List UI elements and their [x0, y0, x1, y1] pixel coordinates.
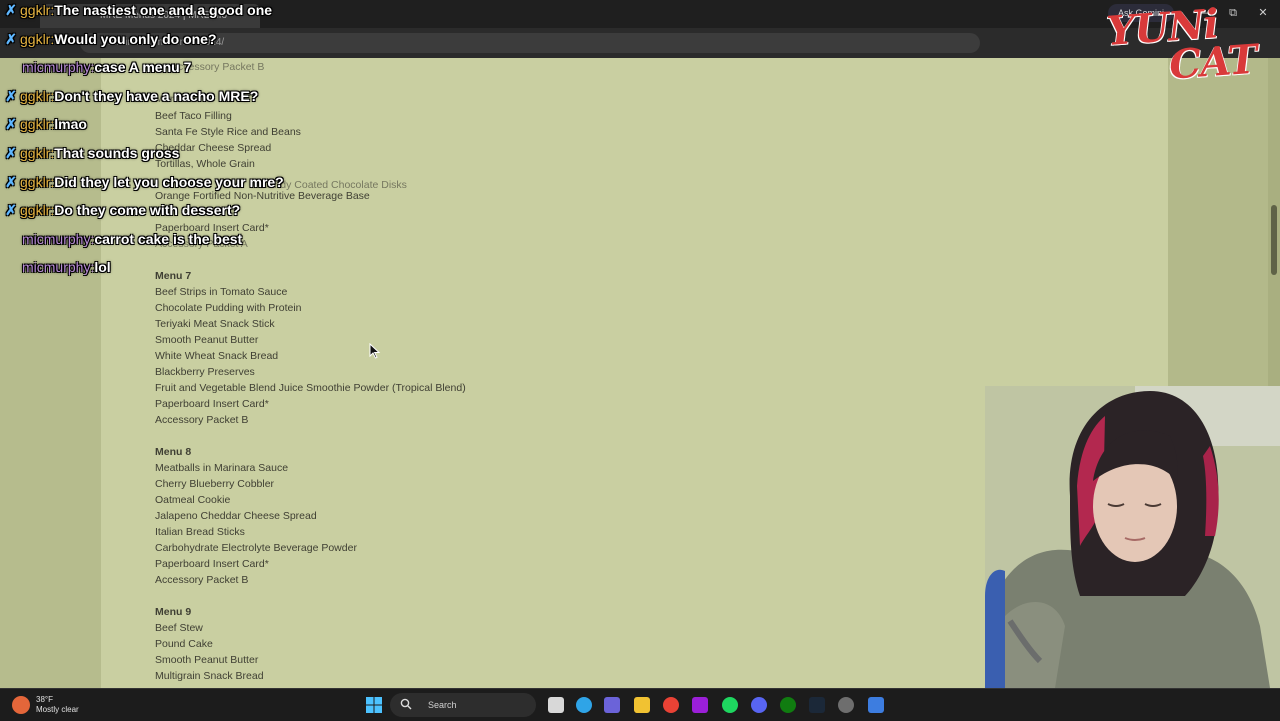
- chat-message: micmurphy: case A menu 7: [4, 57, 191, 77]
- spotify-icon[interactable]: [722, 697, 738, 713]
- webcam-feed: [985, 386, 1280, 688]
- weather-widget[interactable]: 38°F Mostly clear: [12, 692, 79, 718]
- chat-username: ggklr:: [20, 31, 55, 47]
- mouse-cursor-icon: [369, 343, 381, 359]
- menu-item: Teriyaki Meat Snack Stick: [155, 318, 275, 330]
- chat-username: ggklr:: [20, 88, 55, 104]
- chat-username: ggklr:: [20, 116, 55, 132]
- weather-condition: Mostly clear: [36, 705, 79, 714]
- menu-item: Multigrain Snack Bread: [155, 670, 264, 682]
- menu-item: Meatballs in Marinara Sauce: [155, 462, 289, 474]
- app-icon[interactable]: [692, 697, 708, 713]
- menu-item: Oatmeal Cookie: [155, 494, 231, 506]
- chat-username: ggklr:: [20, 145, 55, 161]
- menu-item: Smooth Peanut Butter: [155, 654, 259, 666]
- chat-badge-icon: ✗: [5, 116, 17, 132]
- menu-item: White Wheat Snack Bread: [155, 350, 279, 362]
- chat-badge-icon: ✗: [5, 202, 17, 218]
- menu-item: Fruit and Vegetable Blend Juice Smoothie…: [155, 382, 466, 394]
- chat-message: micmurphy: carrot cake is the best: [4, 229, 242, 249]
- chat-username: ggklr:: [20, 174, 55, 190]
- menu-item: Carbohydrate Electrolyte Beverage Powder: [155, 542, 357, 554]
- chat-message: ✗ ggklr: Do they come with dessert?: [4, 200, 240, 220]
- chat-text: lol: [94, 259, 111, 275]
- obs-icon[interactable]: [838, 697, 854, 713]
- taskbar: 38°F Mostly clear Search: [0, 688, 1280, 721]
- copilot-icon[interactable]: [604, 697, 620, 713]
- chat-text: The nastiest one and a good one: [54, 2, 273, 18]
- chat-text: Did they let you choose your mre?: [54, 174, 284, 190]
- chat-message: micmurphy: lol: [4, 257, 111, 277]
- chat-badge-icon: ✗: [5, 88, 17, 104]
- streamer-silhouette: [985, 386, 1280, 688]
- chat-username: ggklr:: [20, 2, 55, 18]
- menu-item: Blackberry Preserves: [155, 366, 255, 378]
- steam-icon[interactable]: [809, 697, 825, 713]
- chat-text: Would you only do one?: [54, 31, 217, 47]
- menu-item: Paperboard Insert Card*: [155, 558, 269, 570]
- menu-item: Accessory Packet B: [155, 414, 249, 426]
- menu-item: Paperboard Insert Card*: [155, 398, 269, 410]
- menu-7-title: Menu 7: [155, 270, 192, 282]
- scrollbar-thumb[interactable]: [1271, 205, 1277, 275]
- menu-item: Smooth Peanut Butter: [155, 334, 259, 346]
- menu-item: Beef Stew: [155, 622, 203, 634]
- chat-username: micmurphy:: [22, 259, 95, 275]
- chrome-icon[interactable]: [663, 697, 679, 713]
- chat-badge-icon: ✗: [5, 174, 17, 190]
- menu-8-title: Menu 8: [155, 446, 192, 458]
- chat-message: ✗ ggklr: Did they let you choose your mre…: [4, 172, 284, 192]
- chat-username: micmurphy:: [22, 59, 95, 75]
- weather-temp: 38°F: [36, 695, 53, 704]
- chat-badge-icon: ✗: [5, 31, 17, 47]
- chat-message: ✗ ggklr: That sounds gross: [4, 143, 179, 163]
- xbox-icon[interactable]: [780, 697, 796, 713]
- menu-item: Beef Strips in Tomato Sauce: [155, 286, 288, 298]
- chat-message: ✗ ggklr: The nastiest one and a good one: [4, 0, 272, 20]
- menu-item: Cherry Blueberry Cobbler: [155, 478, 275, 490]
- menu-item: Accessory Packet B: [155, 574, 249, 586]
- chat-username: micmurphy:: [22, 231, 95, 247]
- chat-text: Do they come with dessert?: [54, 202, 241, 218]
- file-explorer-icon[interactable]: [634, 697, 650, 713]
- channel-logo: YUNi CAT: [1105, 0, 1280, 92]
- search-icon: [400, 698, 412, 710]
- weather-icon: [12, 696, 30, 714]
- chat-text: lmao: [54, 116, 87, 132]
- chat-username: ggklr:: [20, 202, 55, 218]
- logo-line-2: CAT: [1167, 35, 1259, 89]
- menu-item: Beef Taco Filling: [155, 110, 232, 122]
- menu-9-title: Menu 9: [155, 606, 192, 618]
- chat-text: case A menu 7: [94, 59, 192, 75]
- windows-start-icon[interactable]: [366, 697, 382, 713]
- menu-item: Chocolate Pudding with Protein: [155, 302, 302, 314]
- app-icon[interactable]: [868, 697, 884, 713]
- chat-message: ✗ ggklr: Would you only do one?: [4, 29, 217, 49]
- task-view-icon[interactable]: [548, 697, 564, 713]
- edge-icon[interactable]: [576, 697, 592, 713]
- chat-badge-icon: ✗: [5, 2, 17, 18]
- menu-item: Jalapeno Cheddar Cheese Spread: [155, 510, 317, 522]
- chat-badge-icon: ✗: [5, 145, 17, 161]
- chat-message: ✗ ggklr: lmao: [4, 114, 87, 134]
- chat-message: ✗ ggklr: Don't they have a nacho MRE?: [4, 86, 258, 106]
- chat-text: carrot cake is the best: [94, 231, 243, 247]
- chat-text: That sounds gross: [54, 145, 180, 161]
- menu-item: Pound Cake: [155, 638, 213, 650]
- menu-item: Santa Fe Style Rice and Beans: [155, 126, 301, 138]
- chat-text: Don't they have a nacho MRE?: [54, 88, 259, 104]
- discord-icon[interactable]: [751, 697, 767, 713]
- menu-item: Italian Bread Sticks: [155, 526, 245, 538]
